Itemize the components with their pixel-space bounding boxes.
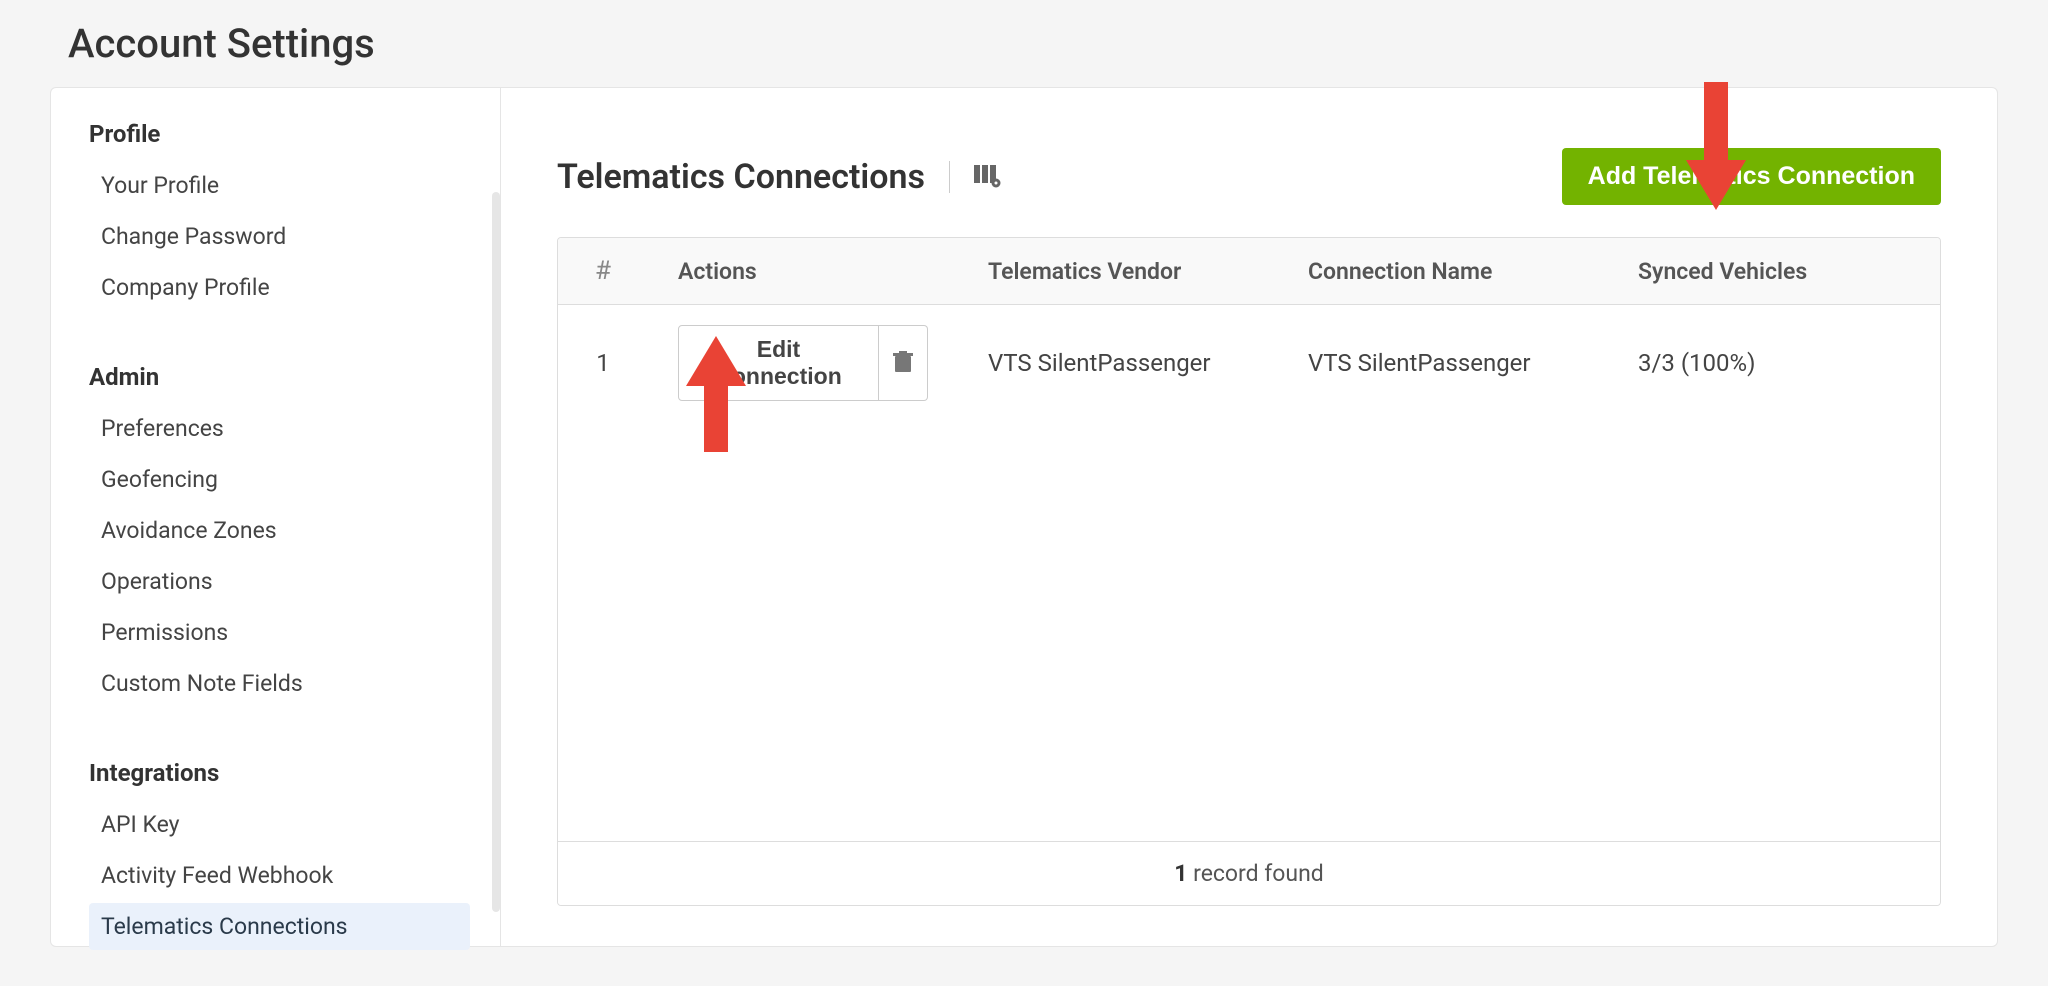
main-header: Telematics Connections Add Telematics Co…: [557, 148, 1941, 205]
sidebar-item-your-profile[interactable]: Your Profile: [89, 162, 470, 209]
col-actions: Actions: [648, 238, 958, 305]
record-count: 1: [1174, 860, 1187, 887]
main-title: Telematics Connections: [557, 157, 925, 197]
sidebar-item-avoidance-zones[interactable]: Avoidance Zones: [89, 507, 470, 554]
col-vendor: Telematics Vendor: [958, 238, 1278, 305]
col-number: #: [558, 238, 648, 305]
table-row: 1 Edit Connection: [558, 305, 1940, 422]
add-telematics-connection-button[interactable]: Add Telematics Connection: [1562, 148, 1941, 205]
sidebar-section-profile: Profile: [89, 120, 470, 148]
sidebar-item-change-password[interactable]: Change Password: [89, 213, 470, 260]
sidebar: Profile Your Profile Change Password Com…: [51, 88, 501, 946]
trash-icon: [893, 351, 913, 376]
row-connection-name: VTS SilentPassenger: [1278, 305, 1608, 422]
page-title: Account Settings: [0, 0, 2048, 87]
sidebar-item-api-key[interactable]: API Key: [89, 801, 470, 848]
table-header-row: # Actions Telematics Vendor Connection N…: [558, 238, 1940, 305]
sidebar-item-custom-note-fields[interactable]: Custom Note Fields: [89, 660, 470, 707]
sidebar-item-operations[interactable]: Operations: [89, 558, 470, 605]
col-connection-name: Connection Name: [1278, 238, 1608, 305]
title-divider: [949, 161, 950, 193]
sidebar-item-preferences[interactable]: Preferences: [89, 405, 470, 452]
row-synced-vehicles: 3/3 (100%): [1608, 305, 1940, 422]
row-number: 1: [558, 305, 648, 422]
sidebar-item-permissions[interactable]: Permissions: [89, 609, 470, 656]
delete-connection-button[interactable]: [879, 325, 928, 401]
columns-settings-icon[interactable]: [974, 165, 1002, 189]
connections-table: # Actions Telematics Vendor Connection N…: [557, 237, 1941, 906]
col-synced-vehicles: Synced Vehicles: [1608, 238, 1940, 305]
row-vendor: VTS SilentPassenger: [958, 305, 1278, 422]
main-content: Telematics Connections Add Telematics Co…: [501, 88, 1997, 946]
record-found-label: record found: [1187, 860, 1323, 887]
table-footer: 1 record found: [558, 841, 1940, 905]
edit-connection-button[interactable]: Edit Connection: [678, 325, 879, 401]
sidebar-section-admin: Admin: [89, 363, 470, 391]
settings-panel: Profile Your Profile Change Password Com…: [50, 87, 1998, 947]
sidebar-scrollbar[interactable]: [492, 192, 500, 912]
sidebar-item-telematics-connections[interactable]: Telematics Connections: [89, 903, 470, 950]
sidebar-item-activity-feed-webhook[interactable]: Activity Feed Webhook: [89, 852, 470, 899]
sidebar-item-company-profile[interactable]: Company Profile: [89, 264, 470, 311]
sidebar-section-integrations: Integrations: [89, 759, 470, 787]
table-body-spacer: [558, 421, 1940, 841]
row-actions: Edit Connection: [648, 305, 958, 422]
sidebar-item-geofencing[interactable]: Geofencing: [89, 456, 470, 503]
